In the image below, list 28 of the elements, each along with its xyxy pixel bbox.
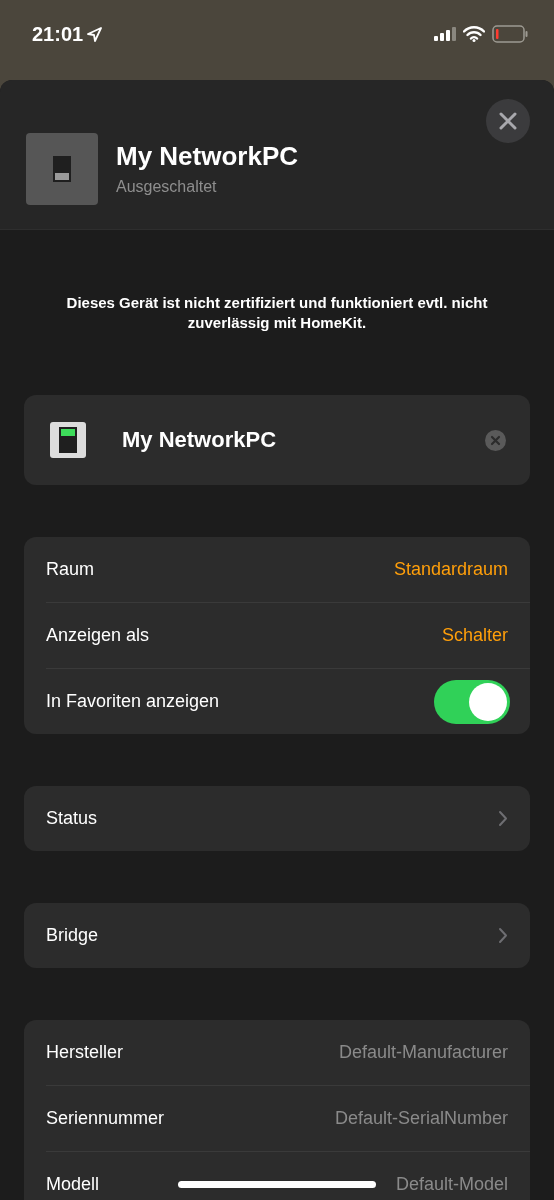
name-field[interactable]: My NetworkPC: [122, 427, 485, 453]
location-arrow-icon: [87, 26, 103, 42]
row-label: Modell: [46, 1174, 100, 1195]
row-label: Seriennummer: [46, 1108, 165, 1129]
value-link[interactable]: Schalter: [441, 625, 508, 646]
info-value: Default-SerialNumber: [334, 1108, 508, 1129]
row-label: Raum: [46, 559, 94, 580]
certification-notice: Dieses Gerät ist nicht zertifiziert und funktioniert evtl. nicht zuverlässig mit HomeKit.: [65, 293, 489, 333]
info-value: Default-Model: [395, 1174, 508, 1195]
battery-icon: [492, 25, 528, 43]
device-title: My NetworkPC: [116, 141, 299, 172]
row-label: In Favoriten anzeigen: [46, 691, 220, 712]
device-status: Ausgeschaltet: [116, 178, 218, 196]
toggle-switch[interactable]: [434, 679, 510, 724]
wifi-icon: [463, 26, 485, 42]
close-icon: [499, 112, 517, 130]
chevron-icon[interactable]: [498, 927, 508, 944]
row-label: Anzeigen als: [46, 625, 150, 646]
close-button[interactable]: [486, 99, 530, 143]
row-label: Hersteller: [46, 1042, 124, 1063]
value-link[interactable]: Standardraum: [393, 559, 508, 580]
row-label: Status: [46, 808, 98, 829]
info-value: Default-Manufacturer: [338, 1042, 508, 1063]
clock: 21:01: [32, 22, 84, 46]
row-label: Bridge: [46, 925, 99, 946]
clear-icon[interactable]: [485, 429, 506, 451]
chevron-icon[interactable]: [498, 810, 508, 827]
signal-icon: [434, 27, 456, 41]
